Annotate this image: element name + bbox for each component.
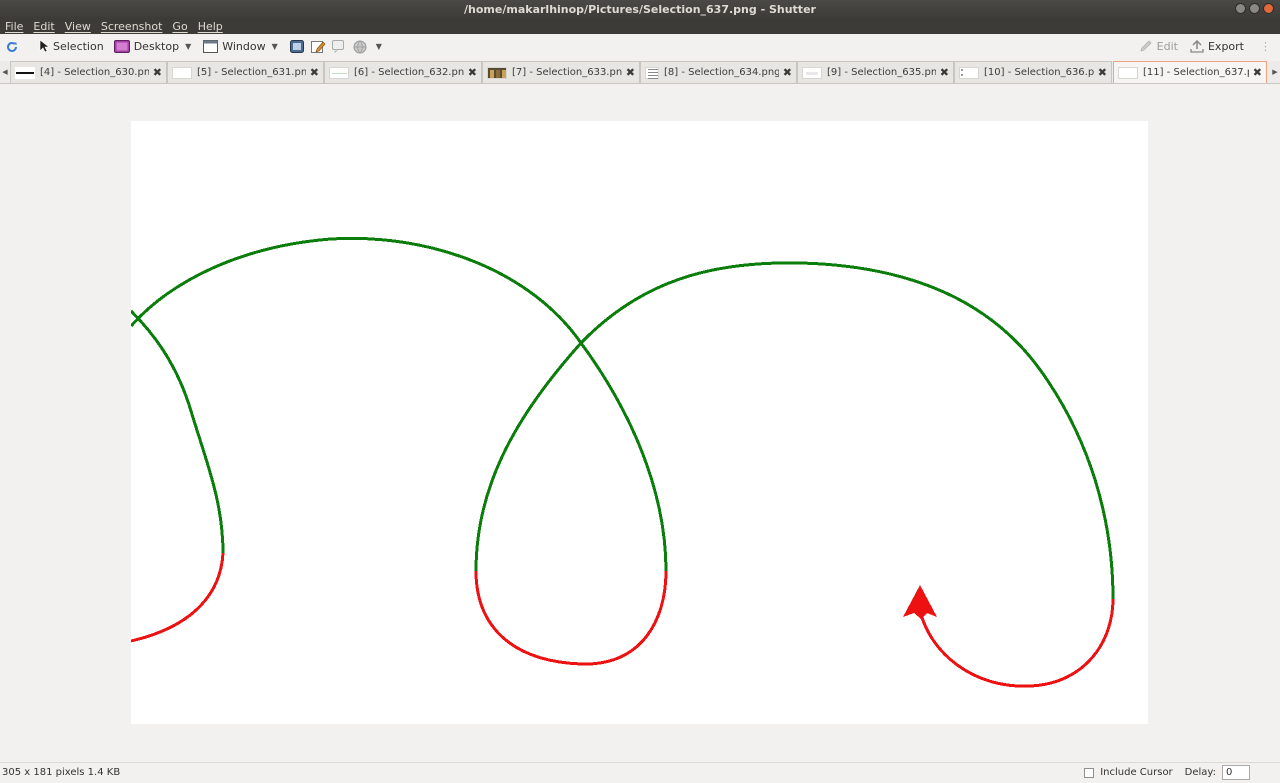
maximize-button[interactable]	[1249, 3, 1260, 14]
image-info: 305 x 181 pixels 1.4 KB	[2, 767, 121, 778]
tab-thumbnail	[487, 66, 507, 79]
tab-thumbnail	[1118, 66, 1138, 79]
menu-view[interactable]: View	[60, 19, 96, 34]
arrowhead-icon	[903, 585, 937, 619]
window-button[interactable]: Window ▼	[200, 36, 281, 58]
toolbar-overflow-handle[interactable]: ⋮	[1257, 36, 1274, 58]
tab-selection-637[interactable]: [11] - Selection_637.png ✖	[1113, 61, 1267, 83]
edit-pencil-icon	[1140, 40, 1152, 52]
tab-label: [4] - Selection_630.png	[40, 67, 149, 78]
edit-button[interactable]: Edit	[1136, 36, 1181, 58]
close-tab-icon[interactable]: ✖	[940, 66, 949, 79]
main-toolbar: Selection Desktop ▼ Window ▼ ▼ Edit Expo…	[0, 34, 1280, 59]
desktop-button[interactable]: Desktop ▼	[111, 36, 195, 58]
tab-thumbnail	[172, 66, 192, 79]
tab-selection-634[interactable]: [8] - Selection_634.png ✖	[640, 61, 797, 83]
close-tab-icon[interactable]: ✖	[1098, 66, 1107, 79]
globe-dropdown-icon[interactable]: ▼	[376, 42, 382, 51]
tab-thumbnail	[645, 66, 659, 79]
close-tab-icon[interactable]: ✖	[153, 66, 162, 79]
tab-thumbnail	[329, 66, 349, 79]
delay-label: Delay:	[1184, 767, 1216, 778]
cursor-arrow-icon	[39, 40, 49, 53]
globe-button[interactable]: ▼	[350, 36, 385, 58]
menu-bar: File Edit View Screenshot Go Help	[0, 19, 1280, 34]
tab-label: [6] - Selection_632.png	[354, 67, 464, 78]
export-icon	[1190, 40, 1204, 53]
tab-selection-635[interactable]: [9] - Selection_635.png ✖	[797, 61, 954, 83]
menu-file[interactable]: File	[0, 19, 28, 34]
export-button[interactable]: Export	[1187, 36, 1247, 58]
menu-capture-icon	[289, 39, 304, 53]
selection-button[interactable]: Selection	[36, 36, 107, 58]
image-viewport[interactable]	[0, 84, 1280, 762]
menu-edit[interactable]: Edit	[28, 19, 59, 34]
green-curve	[129, 236, 1115, 600]
tab-label: [11] - Selection_637.png	[1143, 67, 1249, 78]
tab-label: [8] - Selection_634.png	[664, 67, 779, 78]
tab-thumbnail	[959, 66, 979, 79]
desktop-dropdown-icon[interactable]: ▼	[185, 42, 191, 51]
menu-screenshot[interactable]: Screenshot	[96, 19, 168, 34]
tab-thumbnail	[15, 66, 35, 79]
tab-label: [10] - Selection_636.png	[984, 67, 1094, 78]
speech-bubble-icon	[331, 39, 344, 53]
include-cursor-label: Include Cursor	[1100, 767, 1173, 778]
window-label: Window	[222, 40, 266, 53]
menu-go[interactable]: Go	[167, 19, 192, 34]
desktop-label: Desktop	[133, 40, 180, 53]
refresh-icon	[7, 41, 17, 52]
tab-scroll-right-icon[interactable]: ▶	[1270, 61, 1280, 83]
tab-label: [5] - Selection_631.png	[197, 67, 306, 78]
curve-drawing	[129, 236, 1115, 688]
status-bar: 305 x 181 pixels 1.4 KB Include Cursor D…	[0, 762, 1280, 783]
window-dropdown-icon[interactable]: ▼	[272, 42, 278, 51]
tooltip-capture-button[interactable]	[308, 36, 329, 58]
close-tab-icon[interactable]: ✖	[626, 66, 635, 79]
menu-capture-button[interactable]	[287, 36, 308, 58]
tab-selection-636[interactable]: [10] - Selection_636.png ✖	[954, 61, 1112, 83]
web-capture-button[interactable]	[329, 36, 350, 58]
close-tab-icon[interactable]: ✖	[1253, 66, 1262, 79]
red-curve	[130, 552, 1115, 688]
close-window-button[interactable]	[1263, 3, 1274, 14]
tab-selection-631[interactable]: [5] - Selection_631.png ✖	[167, 61, 324, 83]
tab-selection-633[interactable]: [7] - Selection_633.png ✖	[482, 61, 640, 83]
tab-label: [7] - Selection_633.png	[512, 67, 622, 78]
refresh-button[interactable]	[0, 36, 22, 58]
window-icon	[203, 40, 219, 53]
desktop-icon	[113, 40, 130, 53]
window-title: /home/makarlhinop/Pictures/Selection_637…	[464, 3, 816, 16]
tab-selection-630[interactable]: [4] - Selection_630.png ✖	[10, 61, 167, 83]
image-tab-bar: ◀ [4] - Selection_630.png ✖ [5] - Select…	[0, 61, 1280, 84]
menu-help[interactable]: Help	[193, 19, 228, 34]
close-tab-icon[interactable]: ✖	[468, 66, 477, 79]
close-tab-icon[interactable]: ✖	[310, 66, 319, 79]
tab-scroll-left-icon[interactable]: ◀	[0, 61, 10, 83]
pencil-note-icon	[310, 40, 326, 53]
globe-icon	[353, 40, 367, 53]
selection-label: Selection	[53, 40, 104, 53]
tab-label: [9] - Selection_635.png	[827, 67, 936, 78]
delay-spinbox[interactable]: 0	[1222, 765, 1250, 780]
close-tab-icon[interactable]: ✖	[783, 66, 792, 79]
tab-thumbnail	[802, 66, 822, 79]
export-label: Export	[1207, 40, 1244, 53]
include-cursor-checkbox[interactable]	[1084, 767, 1095, 778]
minimize-button[interactable]	[1235, 3, 1246, 14]
tab-selection-632[interactable]: [6] - Selection_632.png ✖	[324, 61, 482, 83]
screenshot-image	[129, 121, 1148, 724]
window-titlebar: /home/makarlhinop/Pictures/Selection_637…	[0, 0, 1280, 19]
edit-label: Edit	[1156, 40, 1178, 53]
